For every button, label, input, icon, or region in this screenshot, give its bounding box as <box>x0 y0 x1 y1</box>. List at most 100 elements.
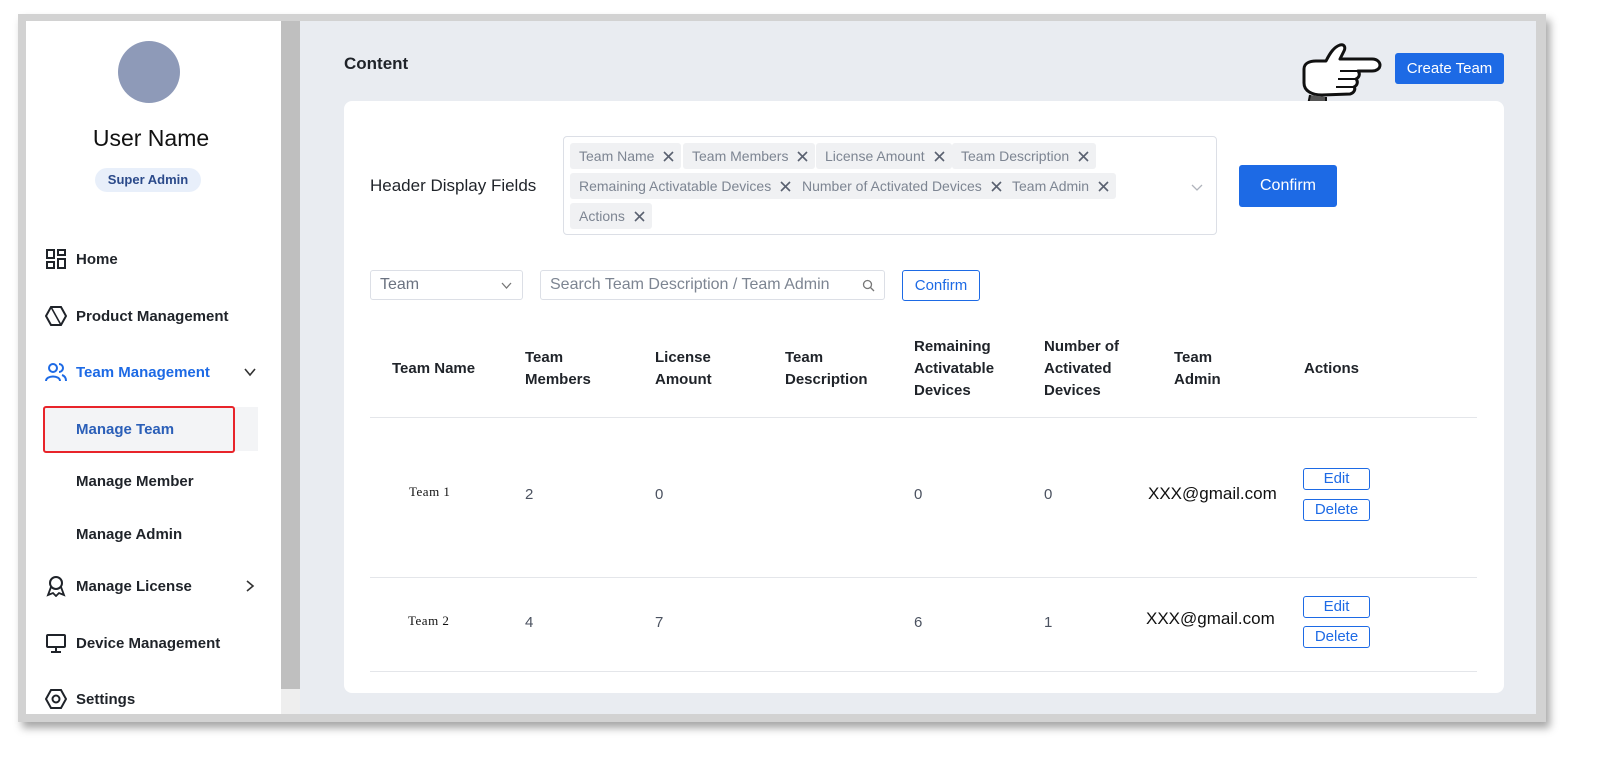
column-header-team-name: Team Name <box>392 334 475 404</box>
close-icon[interactable] <box>662 150 675 163</box>
sidebar-subitem-label: Manage Admin <box>76 525 183 543</box>
role-badge: Super Admin <box>95 168 201 192</box>
column-header-team-members: Team Members <box>525 334 591 404</box>
screenshot-frame: User Name Super Admin Home Product Manag… <box>18 14 1546 722</box>
column-header-label: Description <box>785 371 868 388</box>
cell-activated-devices: 1 <box>1044 614 1053 631</box>
column-header-label: Team <box>525 349 564 366</box>
delete-button[interactable]: Delete <box>1303 499 1370 521</box>
edit-button[interactable]: Edit <box>1303 468 1370 490</box>
column-header-actions: Actions <box>1304 334 1359 404</box>
field-tag: Number of Activated Devices <box>793 173 1009 199</box>
column-header-label: Team Name <box>392 360 476 377</box>
field-tag-label: Team Admin <box>1012 178 1090 194</box>
field-tag: Remaining Activatable Devices <box>570 173 799 199</box>
sidebar-item-manage-license[interactable]: Manage License <box>26 566 281 606</box>
close-icon[interactable] <box>1077 150 1090 163</box>
divider <box>370 417 1477 418</box>
delete-button[interactable]: Delete <box>1303 626 1370 648</box>
chevron-down-icon[interactable] <box>242 364 258 380</box>
confirm-fields-button[interactable]: Confirm <box>1239 165 1337 207</box>
close-icon[interactable] <box>779 180 792 193</box>
column-header-team-admin: Team Admin <box>1174 334 1221 404</box>
sidebar-item-label: Manage License <box>76 577 192 595</box>
field-tag-label: Team Description <box>961 148 1070 164</box>
header-fields-multiselect[interactable]: Team Name Team Members License Amount Te… <box>563 136 1217 235</box>
cell-team-admin: XXX@gmail.com <box>1146 609 1275 628</box>
column-header-label: Team <box>1174 349 1213 366</box>
field-tag-label: Team Members <box>692 148 789 164</box>
column-header-license-amount: License Amount <box>655 334 712 404</box>
search-field[interactable] <box>540 270 885 300</box>
chevron-down-icon <box>501 282 512 289</box>
sidebar-item-label: Home <box>76 250 118 268</box>
close-icon[interactable] <box>796 150 809 163</box>
users-icon <box>45 363 67 382</box>
column-header-label: Devices <box>1044 382 1101 399</box>
sidebar-item-device-management[interactable]: Device Management <box>26 623 281 663</box>
create-team-button[interactable]: Create Team <box>1395 53 1504 84</box>
close-icon[interactable] <box>933 150 946 163</box>
sidebar-subitem-label: Manage Member <box>76 472 194 490</box>
column-header-label: Actions <box>1304 360 1360 377</box>
edit-button[interactable]: Edit <box>1303 596 1370 618</box>
cell-license-amount: 7 <box>655 614 664 631</box>
column-header-label: License <box>655 349 711 366</box>
field-tag: Team Admin <box>1003 173 1117 199</box>
settings-icon <box>45 689 67 709</box>
sidebar-subitem-manage-team[interactable]: Manage Team <box>43 407 258 451</box>
field-tag-label: Number of Activated Devices <box>802 178 982 194</box>
column-header-label: Team <box>785 349 824 366</box>
close-icon[interactable] <box>1097 180 1110 193</box>
search-input[interactable] <box>550 274 850 296</box>
field-tag: Team Description <box>952 143 1097 169</box>
field-tag: License Amount <box>816 143 952 169</box>
field-tag-label: Team Name <box>579 148 655 164</box>
divider <box>370 671 1477 672</box>
cell-team-admin: XXX@gmail.com <box>1148 484 1277 503</box>
monitor-icon <box>46 634 66 653</box>
field-tag-label: Actions <box>579 208 625 224</box>
chevron-right-icon[interactable] <box>242 578 258 594</box>
field-tag-label: License Amount <box>825 148 925 164</box>
avatar[interactable] <box>118 41 180 103</box>
sidebar-item-label: Team Management <box>76 363 210 381</box>
column-header-remaining-devices: Remaining Activatable Devices <box>914 334 994 404</box>
cell-license-amount: 0 <box>655 486 664 503</box>
field-tag-label: Remaining Activatable Devices <box>579 178 772 194</box>
sidebar-item-home[interactable]: Home <box>26 239 281 279</box>
sidebar-item-settings[interactable]: Settings <box>26 679 281 714</box>
confirm-filter-button[interactable]: Confirm <box>902 270 980 301</box>
cell-team-members: 4 <box>525 614 534 631</box>
sidebar-item-product-management[interactable]: Product Management <box>26 296 281 336</box>
sidebar-subitem-manage-member[interactable]: Manage Member <box>43 459 258 503</box>
sidebar-subitem-manage-admin[interactable]: Manage Admin <box>43 512 258 556</box>
cell-team-members: 2 <box>525 486 534 503</box>
sidebar-item-team-management[interactable]: Team Management <box>26 352 281 392</box>
column-header-label: Remaining <box>914 338 991 355</box>
sidebar-subitem-label: Manage Team <box>76 420 175 438</box>
close-icon[interactable] <box>633 210 646 223</box>
sidebar-scrollbar[interactable] <box>281 21 300 714</box>
hexagon-icon <box>45 306 67 326</box>
sidebar: User Name Super Admin Home Product Manag… <box>26 21 281 714</box>
page-title: Content <box>344 54 409 73</box>
column-header-label: Amount <box>655 371 712 388</box>
chevron-down-icon[interactable] <box>1190 180 1204 194</box>
search-icon[interactable] <box>862 279 875 292</box>
award-icon <box>46 576 66 597</box>
sidebar-item-label: Product Management <box>76 307 229 325</box>
cell-team-name: Team 2 <box>408 613 450 628</box>
column-header-label: Activatable <box>914 360 995 377</box>
sidebar-item-label: Settings <box>76 690 136 708</box>
column-header-label: Members <box>525 371 591 388</box>
team-select[interactable]: Team <box>370 270 523 300</box>
sidebar-item-label: Device Management <box>76 634 221 652</box>
grid-icon <box>46 249 66 269</box>
cell-activated-devices: 0 <box>1044 486 1053 503</box>
close-icon[interactable] <box>990 180 1003 193</box>
column-header-team-description: Team Description <box>785 334 868 404</box>
field-tag: Team Name <box>570 143 682 169</box>
column-header-label: Devices <box>914 382 971 399</box>
sidebar-scrollbar-thumb[interactable] <box>281 21 300 689</box>
